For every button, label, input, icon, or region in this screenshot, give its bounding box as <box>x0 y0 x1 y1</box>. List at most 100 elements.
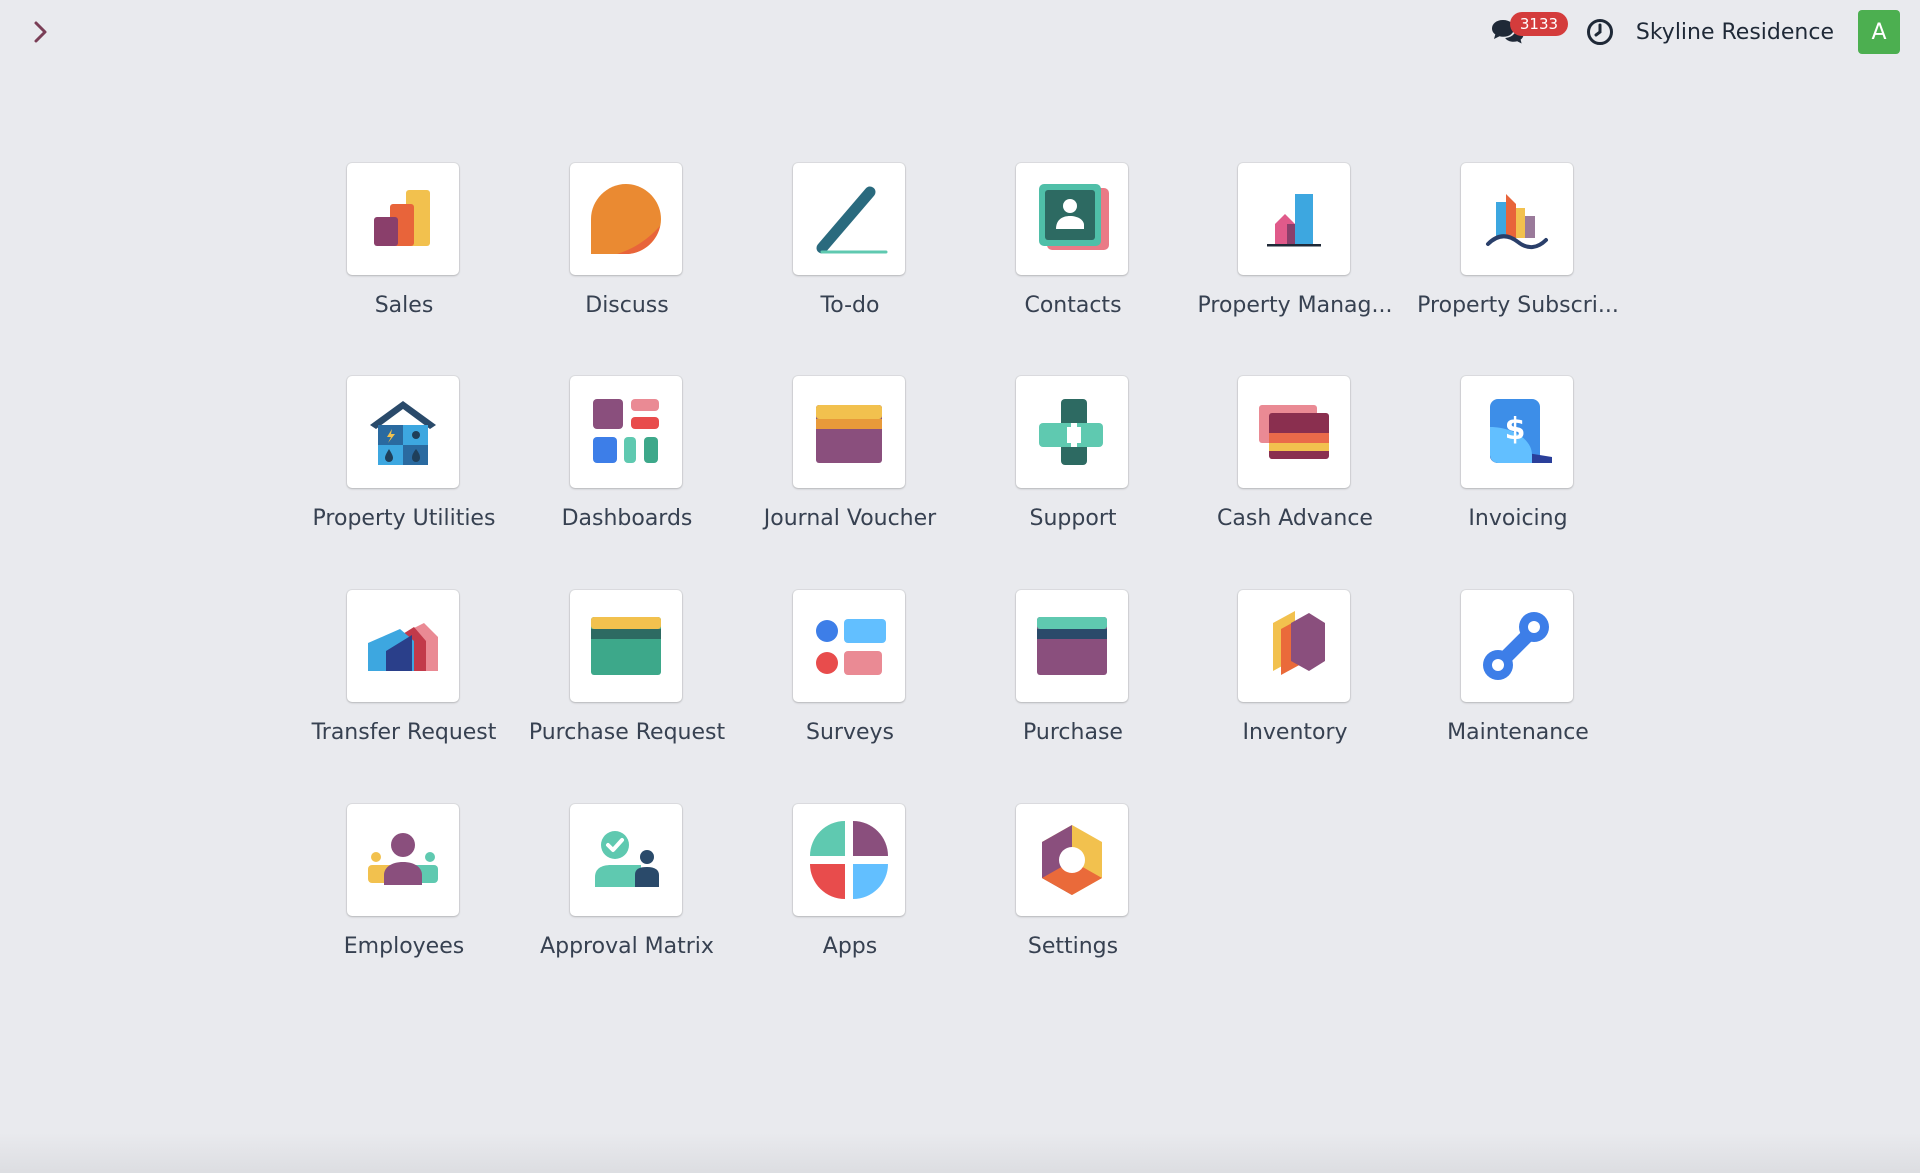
app-label: Sales <box>374 293 434 318</box>
app-tile <box>1238 376 1350 488</box>
app-label: Property Subscri... <box>1417 293 1619 318</box>
app-invoicing[interactable]: $ Invoicing <box>1413 376 1623 566</box>
cash-advance-icon <box>1259 405 1329 459</box>
app-cash-advance[interactable]: Cash Advance <box>1190 376 1400 566</box>
app-tile <box>1016 590 1128 702</box>
journal-voucher-icon <box>816 405 882 463</box>
support-icon <box>1039 399 1103 465</box>
app-tile <box>793 804 905 916</box>
chevron-right-icon <box>34 21 47 43</box>
purchase-icon <box>1037 617 1107 675</box>
transfer-request-icon <box>368 623 438 671</box>
top-bar: 3133 Skyline Residence A <box>0 0 1920 64</box>
app-label: Purchase <box>1023 720 1123 745</box>
app-label: Dashboards <box>561 506 693 531</box>
app-employees[interactable]: Employees <box>299 804 509 994</box>
app-label: Cash Advance <box>1217 506 1373 531</box>
app-label: Purchase Request <box>528 720 726 745</box>
app-property-utilities[interactable]: Property Utilities <box>299 376 509 566</box>
app-tile <box>793 163 905 275</box>
inventory-icon <box>1273 611 1325 675</box>
app-dashboards[interactable]: Dashboards <box>522 376 732 566</box>
activities-button[interactable] <box>1582 10 1618 54</box>
app-tile <box>1016 376 1128 488</box>
app-purchase[interactable]: Purchase <box>968 590 1178 780</box>
employees-icon <box>368 833 438 885</box>
purchase-request-icon <box>591 617 661 675</box>
app-maintenance[interactable]: Maintenance <box>1413 590 1623 780</box>
company-switcher[interactable]: Skyline Residence <box>1636 20 1834 45</box>
app-label: Property Utilities <box>312 506 496 531</box>
property-subscription-icon <box>1486 194 1548 249</box>
app-surveys[interactable]: Surveys <box>745 590 955 780</box>
app-tile <box>1461 590 1573 702</box>
app-label: Discuss <box>585 293 669 318</box>
app-tile <box>1016 163 1128 275</box>
app-property-management[interactable]: Property Manag... <box>1190 163 1400 353</box>
app-label: Settings <box>1027 934 1119 959</box>
app-discuss[interactable]: Discuss <box>522 163 732 353</box>
contacts-icon <box>1039 184 1109 250</box>
app-tile <box>793 590 905 702</box>
app-tile <box>570 163 682 275</box>
app-tile <box>570 804 682 916</box>
app-label: Journal Voucher <box>763 506 937 531</box>
app-property-subscription[interactable]: Property Subscri... <box>1413 163 1623 353</box>
property-utilities-icon <box>370 401 436 465</box>
app-sales[interactable]: Sales <box>299 163 509 353</box>
app-label: Apps <box>822 934 878 959</box>
invoicing-icon: $ <box>1490 399 1552 464</box>
app-tile: $ <box>1461 376 1573 488</box>
apps-icon <box>810 821 888 899</box>
app-label: Contacts <box>1024 293 1122 318</box>
app-support[interactable]: Support <box>968 376 1178 566</box>
app-label: Property Manag... <box>1197 293 1393 318</box>
app-tile <box>347 804 459 916</box>
app-todo[interactable]: To-do <box>745 163 955 353</box>
app-inventory[interactable]: Inventory <box>1190 590 1400 780</box>
app-contacts[interactable]: Contacts <box>968 163 1178 353</box>
app-label: To-do <box>820 293 880 318</box>
property-management-icon <box>1267 194 1321 247</box>
sales-icon <box>374 190 430 246</box>
app-approval-matrix[interactable]: Approval Matrix <box>522 804 732 994</box>
messages-count-badge: 3133 <box>1509 12 1569 36</box>
app-label: Inventory <box>1242 720 1348 745</box>
bottom-shade <box>0 1133 1920 1173</box>
app-tile <box>347 590 459 702</box>
app-label: Invoicing <box>1468 506 1568 531</box>
clock-icon <box>1586 19 1613 45</box>
maintenance-icon <box>1483 612 1549 680</box>
app-label: Transfer Request <box>311 720 497 745</box>
app-tile <box>347 376 459 488</box>
svg-text:$: $ <box>1505 412 1526 447</box>
app-label: Maintenance <box>1447 720 1589 745</box>
systray: 3133 Skyline Residence A <box>1486 10 1900 54</box>
app-label: Approval Matrix <box>540 934 714 959</box>
app-tile <box>1238 590 1350 702</box>
app-label: Employees <box>343 934 465 959</box>
menu-toggle-button[interactable] <box>26 14 56 50</box>
app-tile <box>1238 163 1350 275</box>
app-purchase-request[interactable]: Purchase Request <box>522 590 732 780</box>
app-tile <box>570 590 682 702</box>
surveys-icon <box>816 619 886 675</box>
messages-button[interactable]: 3133 <box>1486 10 1569 54</box>
app-tile <box>1016 804 1128 916</box>
app-tile <box>793 376 905 488</box>
app-tile <box>347 163 459 275</box>
todo-icon <box>816 186 888 254</box>
app-label: Support <box>1029 506 1117 531</box>
user-avatar[interactable]: A <box>1858 10 1900 54</box>
app-label: Surveys <box>806 720 894 745</box>
app-settings[interactable]: Settings <box>968 804 1178 994</box>
dashboards-icon <box>593 399 659 463</box>
app-journal-voucher[interactable]: Journal Voucher <box>745 376 955 566</box>
discuss-icon <box>591 184 661 254</box>
app-apps[interactable]: Apps <box>745 804 955 994</box>
approval-matrix-icon <box>595 831 659 887</box>
settings-icon <box>1042 825 1102 895</box>
app-tile <box>570 376 682 488</box>
app-transfer-request[interactable]: Transfer Request <box>299 590 509 780</box>
app-tile <box>1461 163 1573 275</box>
